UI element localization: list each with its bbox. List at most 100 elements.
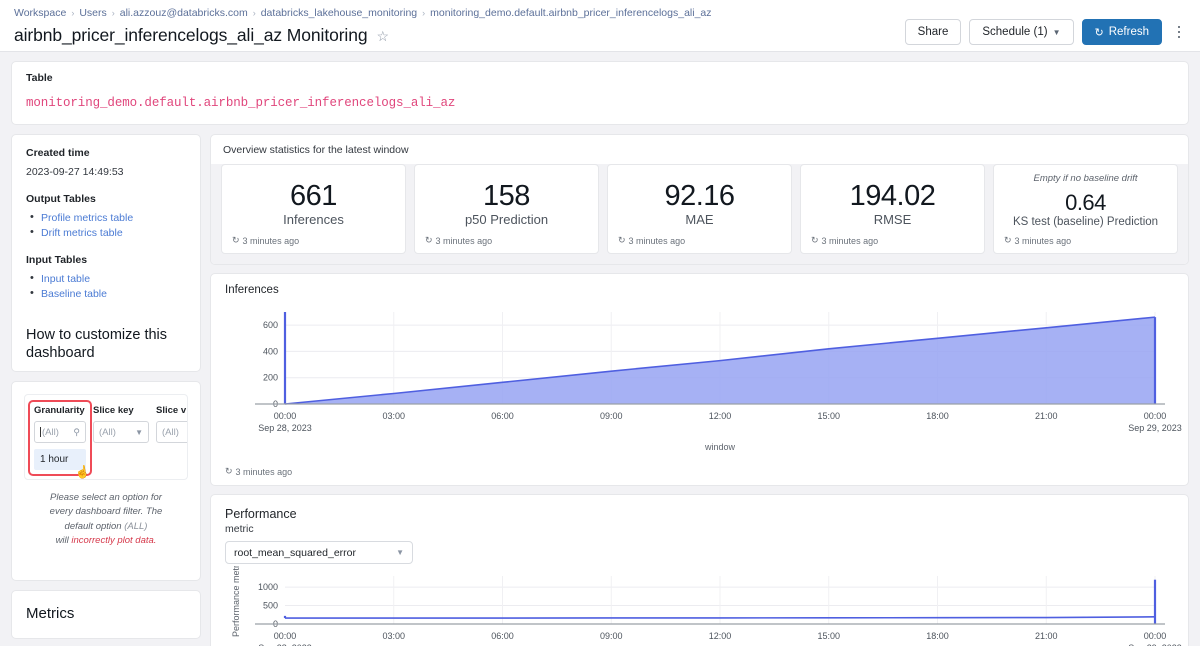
svg-text:03:00: 03:00	[382, 411, 405, 421]
kebab-menu-icon[interactable]	[1170, 20, 1188, 44]
refresh-button-label: Refresh	[1108, 26, 1149, 38]
svg-text:09:00: 09:00	[600, 411, 623, 421]
inferences-chart-wrap[interactable]: 020040060000:00Sep 28, 202303:0006:0009:…	[211, 296, 1188, 460]
filter-note-line-1: Please select an option for	[50, 492, 162, 503]
stat-label: p50 Prediction	[464, 212, 549, 228]
overview-card: Overview statistics for the latest windo…	[210, 134, 1189, 265]
filters-inner: Granularity (All) ⚲ 1 hour ☝ Slice key (…	[24, 394, 188, 480]
refresh-icon: ↻	[1094, 26, 1104, 39]
svg-text:09:00: 09:00	[600, 631, 623, 641]
schedule-button-label: Schedule (1)	[982, 26, 1048, 38]
filters-panel: Granularity (All) ⚲ 1 hour ☝ Slice key (…	[11, 381, 201, 581]
stat-timestamp-text: 3 minutes ago	[821, 235, 879, 246]
filter-note: Please select an option for every dashbo…	[24, 491, 188, 548]
slice-key-filter[interactable]: Slice key (All) ▼	[93, 405, 149, 470]
slice-key-input[interactable]: (All) ▼	[93, 421, 149, 443]
granularity-label: Granularity	[34, 405, 85, 416]
stat-value: 194.02	[849, 179, 936, 212]
main-content: Overview statistics for the latest windo…	[210, 134, 1189, 646]
refresh-icon: ↻	[425, 235, 433, 245]
slice-value-value: (All)	[162, 426, 179, 438]
performance-metric-select[interactable]: root_mean_squared_error ▼	[225, 541, 413, 564]
table-card-name[interactable]: monitoring_demo.default.airbnb_pricer_in…	[26, 96, 1174, 110]
list-item[interactable]: Drift metrics table	[26, 226, 186, 239]
share-button[interactable]: Share	[904, 19, 962, 45]
stat-card-p50-prediction[interactable]: 158 p50 Prediction ↻ 3 minutes ago	[414, 164, 599, 254]
stat-timestamp: ↻ 3 minutes ago	[425, 235, 588, 246]
body-split: Created time 2023-09-27 14:49:53 Output …	[0, 134, 1200, 646]
breadcrumb-separator: ›	[422, 8, 426, 18]
svg-text:18:00: 18:00	[926, 411, 949, 421]
slice-value-filter[interactable]: Slice v (All)	[156, 405, 187, 470]
stats-strip: 661 Inferences ↻ 3 minutes ago 158 p50 P…	[211, 164, 1188, 264]
page-title: airbnb_pricer_inferencelogs_ali_az Monit…	[14, 25, 368, 45]
svg-text:15:00: 15:00	[817, 631, 840, 641]
stat-label: MAE	[685, 212, 714, 228]
svg-text:00:00: 00:00	[1144, 411, 1167, 421]
stat-card-mae[interactable]: 92.16 MAE ↻ 3 minutes ago	[607, 164, 792, 254]
stat-value: 661	[290, 179, 337, 212]
inferences-chart-title: Inferences	[225, 284, 279, 296]
breadcrumb-separator: ›	[71, 8, 75, 18]
svg-text:Performance metri: Performance metri	[231, 566, 241, 637]
list-item[interactable]: Profile metrics table	[26, 211, 186, 224]
granularity-filter[interactable]: Granularity (All) ⚲ 1 hour ☝	[28, 400, 92, 479]
svg-text:21:00: 21:00	[1035, 631, 1058, 641]
inferences-chart-svg[interactable]: 020040060000:00Sep 28, 202303:0006:0009:…	[225, 300, 1185, 460]
stat-label: KS test (baseline) Prediction	[1012, 215, 1159, 228]
svg-text:12:00: 12:00	[709, 411, 732, 421]
performance-metric-label: metric	[225, 523, 254, 535]
inferences-chart-card: Inferences 020040060000:00Sep 28, 202303…	[210, 273, 1189, 486]
breadcrumb-item-1[interactable]: Users	[79, 6, 106, 21]
breadcrumb-item-4[interactable]: monitoring_demo.default.airbnb_pricer_in…	[430, 6, 711, 21]
stat-card-ks-test[interactable]: Empty if no baseline drift 0.64 KS test …	[993, 164, 1178, 254]
svg-text:200: 200	[263, 373, 278, 383]
list-item[interactable]: Input table	[26, 272, 186, 285]
refresh-button[interactable]: ↻ Refresh	[1081, 19, 1162, 45]
performance-metric-value: root_mean_squared_error	[234, 546, 356, 559]
info-panel: Created time 2023-09-27 14:49:53 Output …	[11, 134, 201, 372]
stat-label: Inferences	[283, 212, 344, 228]
svg-text:Sep 28, 2023: Sep 28, 2023	[258, 423, 312, 433]
svg-text:06:00: 06:00	[491, 411, 514, 421]
svg-text:1000: 1000	[258, 582, 278, 592]
stat-card-inferences[interactable]: 661 Inferences ↻ 3 minutes ago	[221, 164, 406, 254]
schedule-button[interactable]: Schedule (1) ▼	[969, 19, 1074, 45]
svg-text:Sep 29, 2023: Sep 29, 2023	[1128, 423, 1182, 433]
performance-chart-svg[interactable]: 0500100000:00Sep 28, 202303:0006:0009:00…	[225, 566, 1185, 646]
stat-timestamp: ↻ 3 minutes ago	[811, 235, 974, 246]
stat-card-rmse[interactable]: 194.02 RMSE ↻ 3 minutes ago	[800, 164, 985, 254]
list-item[interactable]: Baseline table	[26, 287, 186, 300]
star-outline-icon[interactable]: ☆	[377, 29, 390, 43]
breadcrumb-item-2[interactable]: ali.azzouz@databricks.com	[120, 6, 248, 21]
refresh-icon: ↻	[232, 235, 240, 245]
breadcrumb-separator: ›	[111, 8, 115, 18]
breadcrumb-item-0[interactable]: Workspace	[14, 6, 66, 21]
dashboard-app: Workspace › Users › ali.azzouz@databrick…	[0, 0, 1200, 646]
slice-value-label: Slice v	[156, 405, 187, 416]
svg-text:00:00: 00:00	[274, 411, 297, 421]
stat-timestamp: ↻ 3 minutes ago	[618, 235, 781, 246]
performance-chart-wrap[interactable]: 0500100000:00Sep 28, 202303:0006:0009:00…	[211, 564, 1188, 646]
slice-value-input[interactable]: (All)	[156, 421, 187, 443]
svg-text:12:00: 12:00	[709, 631, 732, 641]
metrics-panel: Metrics	[11, 590, 201, 639]
breadcrumb-separator: ›	[252, 8, 256, 18]
stat-timestamp: ↻ 3 minutes ago	[1004, 235, 1167, 246]
breadcrumb-item-3[interactable]: databricks_lakehouse_monitoring	[261, 6, 417, 21]
granularity-input[interactable]: (All) ⚲	[34, 421, 86, 443]
share-button-label: Share	[917, 26, 949, 38]
stat-timestamp-text: 3 minutes ago	[242, 235, 300, 246]
svg-text:400: 400	[263, 346, 278, 356]
svg-text:00:00: 00:00	[1144, 631, 1167, 641]
granularity-option-1-hour[interactable]: 1 hour ☝	[34, 449, 91, 479]
left-sidebar: Created time 2023-09-27 14:49:53 Output …	[11, 134, 201, 646]
metrics-title: Metrics	[26, 605, 75, 622]
svg-text:00:00: 00:00	[274, 631, 297, 641]
stat-note: Empty if no baseline drift	[1033, 173, 1138, 184]
svg-text:600: 600	[263, 320, 278, 330]
stat-value: 0.64	[1065, 190, 1106, 216]
top-actions: Share Schedule (1) ▼ ↻ Refresh	[904, 19, 1188, 45]
input-tables-list: Input table Baseline table	[26, 272, 186, 300]
stat-timestamp-text: 3 minutes ago	[628, 235, 686, 246]
